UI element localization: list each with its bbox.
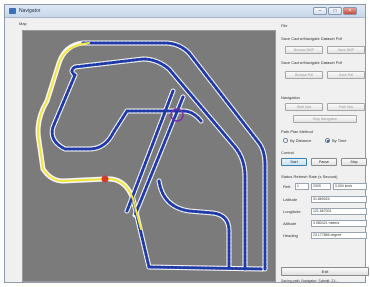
pause-button[interactable]: Pause [311, 158, 337, 166]
control-panel: File Save Cache/Navigate Dataset Pdf Bro… [281, 19, 369, 285]
stop-navigation-button[interactable]: Stop Navigation [293, 115, 357, 123]
path-dots [50, 41, 267, 271]
rate-label: Refr. [283, 184, 292, 189]
radio-by-distance-label: By Distance [290, 138, 312, 143]
stop-button[interactable]: Stop [341, 158, 367, 166]
start-nav-button[interactable]: Start Nav [285, 103, 323, 111]
exit-button[interactable]: Exit [281, 267, 369, 276]
start-button[interactable]: Start [281, 158, 307, 166]
cache-label: Save Cache/Navigate Dataset Pdf [281, 36, 342, 41]
control-label: Control [281, 150, 294, 155]
rate-field-2[interactable]: 2000 [311, 183, 331, 190]
load-label: Save Cache/Navigate Dataset Pdf [281, 60, 342, 65]
radio-by-time-label: By Time [332, 138, 347, 143]
radio-by-distance[interactable] [283, 138, 288, 143]
road-borders [35, 40, 268, 272]
altitude-label: Altitude [283, 221, 297, 226]
method-label: Path Plan Method [281, 129, 313, 134]
status-text: Saving path: Navigator: Submit: 21:... [281, 279, 339, 283]
save-pdf-button[interactable]: Save Pdf [327, 71, 365, 79]
app-window: Navigator – □ × Map File Save Cache/Navi… [4, 4, 369, 285]
latitude-label: Latitude [283, 197, 298, 202]
status-rate-label: Status Refresh Rate (s Second) [281, 174, 338, 179]
heading-field[interactable]: 23.177856 degree [311, 232, 367, 239]
vehicle-marker [101, 175, 109, 183]
heading-label: Heading [283, 233, 298, 238]
navigation-label: Navigation [281, 95, 300, 100]
close-button[interactable]: × [343, 7, 357, 15]
longitude-label: Longitude [283, 209, 301, 214]
longitude-field[interactable]: 121.667001 [311, 208, 367, 215]
latitude-field[interactable]: 31.869024 [311, 196, 367, 203]
window-title: Navigator [19, 8, 41, 14]
title-bar: Navigator – □ × [5, 5, 365, 18]
rate-field[interactable]: 1 [295, 183, 309, 190]
browse-pdf-button[interactable]: Browse Pdf [285, 71, 323, 79]
map-label: Map [19, 21, 27, 26]
altitude-field[interactable]: 3.980421 meters [311, 220, 367, 227]
app-icon [9, 8, 16, 14]
road-network [35, 40, 268, 272]
radio-by-time[interactable] [325, 138, 330, 143]
maximize-button[interactable]: □ [328, 7, 342, 15]
minimize-button[interactable]: – [313, 7, 327, 15]
speed-field[interactable]: 0.004 km/s [333, 183, 367, 190]
map-canvas[interactable] [22, 30, 276, 282]
browse-bmp-button[interactable]: Browse BMP [285, 46, 323, 54]
path-nav-button[interactable]: Path Nav [327, 103, 365, 111]
save-bmp-button[interactable]: Save BMP [327, 46, 365, 54]
file-group-label: File [281, 23, 288, 28]
